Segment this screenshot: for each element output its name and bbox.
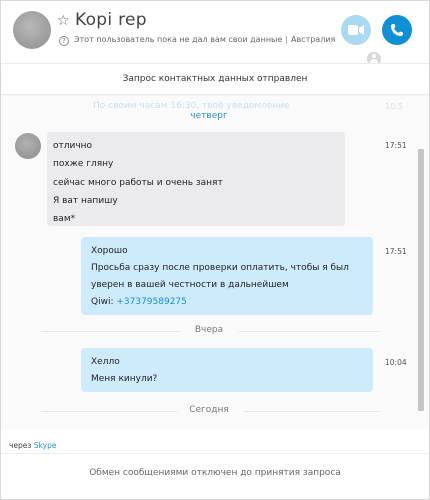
divider-line xyxy=(239,331,379,332)
footer-divider xyxy=(1,453,429,454)
message-line: уверен в вашей честности в дальнейшем xyxy=(91,280,289,290)
divider-line xyxy=(243,411,379,412)
message-timestamp: 17:51 xyxy=(385,247,407,256)
message-line: Хелло xyxy=(91,357,120,367)
status-text: Этот пользователь пока не дал вам свои д… xyxy=(74,35,283,44)
contact-location: Австралия xyxy=(290,35,336,44)
conversation-area[interactable]: По своим часам 16:30, твоё уведомление 1… xyxy=(1,96,429,429)
qiwi-line: Qiwi: +37379589275 xyxy=(91,294,363,311)
audio-call-button[interactable] xyxy=(382,15,412,45)
qiwi-label: Qiwi: xyxy=(91,297,114,307)
message-timestamp: 17:51 xyxy=(385,141,407,150)
phone-icon xyxy=(391,24,403,36)
contact-status: Этот пользователь пока не дал вам свои д… xyxy=(74,35,335,44)
chat-header: ☆ Kopi rep ? Этот пользователь пока не д… xyxy=(1,1,429,66)
outgoing-message-bubble[interactable]: Хорошо Просьба сразу после проверки опла… xyxy=(81,237,373,315)
contact-request-banner: Запрос контактных данных отправлен xyxy=(1,63,429,95)
message-line: Я ват напишу xyxy=(53,195,118,206)
divider-line xyxy=(41,411,177,412)
day-label-text: Сегодня xyxy=(189,405,229,415)
outgoing-message-bubble[interactable]: Хелло Меня кинули? xyxy=(81,348,373,392)
message-line: похже гляну xyxy=(53,159,114,170)
day-label-text: Вчера xyxy=(194,325,224,335)
skype-link[interactable]: Skype xyxy=(34,441,57,450)
sender-avatar[interactable] xyxy=(15,133,41,159)
phone-number-link[interactable]: +37379589275 xyxy=(116,297,187,307)
faded-message-time: 10:5 xyxy=(385,102,403,111)
conversation-scrollbar[interactable] xyxy=(418,149,424,411)
message-line: Меня кинули? xyxy=(91,374,158,384)
message-line: сейчас много работы и очень занят xyxy=(53,177,223,188)
message-line: отлично xyxy=(53,141,93,151)
day-label-today: Сегодня xyxy=(1,405,417,415)
message-line: Хорошо xyxy=(91,246,128,256)
chat-window: ☆ Kopi rep ? Этот пользователь пока не д… xyxy=(0,0,430,500)
message-line: Просьба сразу после проверки оплатить, ч… xyxy=(91,263,349,273)
incoming-message-bubble[interactable]: отлично похже гляну сейчас много работы … xyxy=(47,132,345,226)
contact-name[interactable]: Kopi rep xyxy=(75,10,147,30)
status-separator: | xyxy=(285,35,288,44)
day-label-thursday: четверг xyxy=(190,111,228,121)
contact-avatar[interactable] xyxy=(13,11,51,49)
via-prefix: через xyxy=(9,441,32,450)
info-icon: ? xyxy=(59,36,69,46)
message-timestamp: 10:04 xyxy=(385,358,407,367)
via-skype-line: через Skype xyxy=(9,441,56,450)
video-camera-icon xyxy=(348,25,364,35)
divider-line xyxy=(41,331,181,332)
message-line: вам* xyxy=(53,214,76,225)
video-call-button[interactable] xyxy=(341,15,371,45)
messaging-disabled-note: Обмен сообщениями отключен до принятия з… xyxy=(89,468,341,478)
favorite-star-icon[interactable]: ☆ xyxy=(57,13,70,29)
faded-message-text: По своим часам 16:30, твоё уведомление xyxy=(93,101,290,111)
day-label-yesterday: Вчера xyxy=(1,325,417,335)
